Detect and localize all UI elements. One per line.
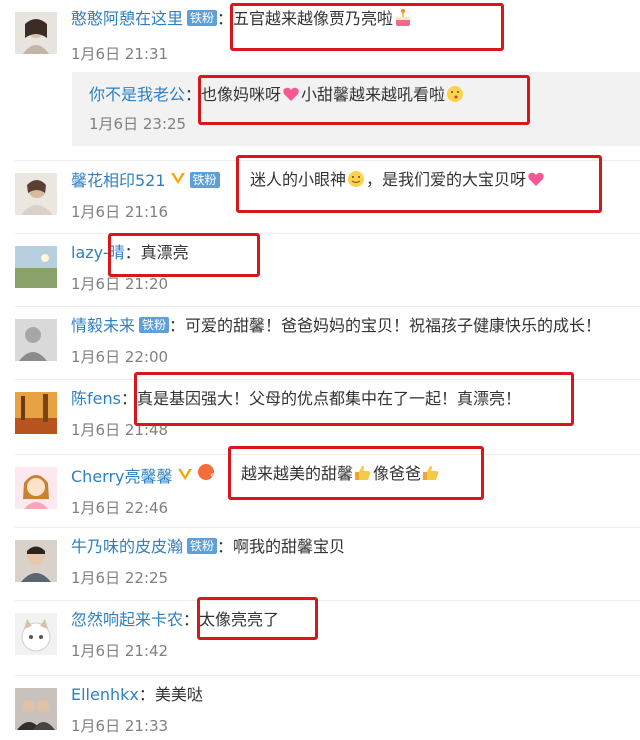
comment-username[interactable]: lazy-晴 bbox=[71, 243, 125, 262]
comment-item: Ellenhkx：美美哒 1月6日 21:33 bbox=[0, 676, 640, 740]
comment-time: 1月6日 21:42 bbox=[71, 642, 169, 660]
comment-text: 迷人的小眼神 bbox=[250, 170, 347, 189]
reply-text: 也像妈咪呀 bbox=[201, 85, 282, 104]
colon-separator: ： bbox=[120, 389, 137, 408]
thumbs-up-emoji-icon bbox=[353, 463, 373, 489]
reply-username[interactable]: 你不是我老公 bbox=[89, 85, 185, 104]
comment-text: 啊我的甜馨宝贝 bbox=[233, 537, 346, 556]
reply-text-continued: 小甜馨越来越吼看啦 bbox=[301, 85, 446, 104]
colon-separator: ： bbox=[169, 316, 186, 335]
colon-separator: ： bbox=[217, 9, 234, 28]
user-avatar[interactable] bbox=[15, 319, 57, 361]
comment-username[interactable]: 忽然响起来卡农 bbox=[71, 610, 183, 629]
verified-v-icon bbox=[170, 169, 186, 191]
colon-separator: ： bbox=[217, 537, 234, 556]
comment-text: 越来越美的甜馨 bbox=[241, 464, 354, 483]
comment-username[interactable]: Ellenhkx bbox=[71, 685, 139, 704]
comment-time: 1月6日 22:25 bbox=[71, 569, 169, 587]
user-avatar[interactable] bbox=[15, 246, 57, 288]
heart-emoji-icon bbox=[281, 84, 301, 110]
comment-time: 1月6日 21:33 bbox=[71, 717, 169, 735]
comment-username[interactable]: 陈fens bbox=[71, 389, 121, 408]
comment-username[interactable]: 牛乃味的皮皮瀚 bbox=[71, 537, 183, 556]
comment-item: lazy-晴：真漂亮 1月6日 21:20 bbox=[0, 234, 640, 306]
svg-text:5: 5 bbox=[210, 473, 216, 481]
comment-item: 陈fens：真是基因强大！父母的优点都集中在了一起！真漂亮！ 1月6日 21:4… bbox=[0, 380, 640, 454]
fan-badge: 铁粉 bbox=[187, 10, 218, 26]
colon-separator: ： bbox=[183, 610, 200, 629]
comment-time: 1月6日 21:20 bbox=[71, 275, 169, 293]
comment-item: 憨憨阿憩在这里 铁粉 ：五官越来越像贾乃亮啦 1月6日 21:31 你不是我老公：也… bbox=[0, 0, 640, 160]
comment-time: 1月6日 21:16 bbox=[71, 203, 169, 221]
smile-emoji-icon bbox=[346, 169, 366, 195]
comment-username[interactable]: 馨花相印521 bbox=[71, 171, 166, 190]
colon-separator: ： bbox=[124, 243, 141, 262]
comment-username[interactable]: 憨憨阿憩在这里 bbox=[71, 9, 183, 28]
comment-item: 牛乃味的皮皮瀚 铁粉 ：啊我的甜馨宝贝 1月6日 22:25 bbox=[0, 528, 640, 600]
cake-emoji-icon bbox=[393, 8, 413, 34]
user-avatar[interactable] bbox=[15, 613, 57, 655]
comment-time: 1月6日 22:00 bbox=[71, 348, 169, 366]
user-avatar[interactable] bbox=[15, 12, 57, 54]
reply-time: 1月6日 23:25 bbox=[89, 115, 187, 133]
comment-item: 忽然响起来卡农：太像亮亮了 1月6日 21:42 bbox=[0, 601, 640, 675]
heart-emoji-icon bbox=[526, 169, 546, 195]
comment-text: 真是基因强大！父母的优点都集中在了一起！真漂亮！ bbox=[136, 389, 521, 408]
user-avatar[interactable] bbox=[15, 688, 57, 730]
user-avatar[interactable] bbox=[15, 540, 57, 582]
thumbs-up-emoji-icon bbox=[421, 463, 441, 489]
comment-text: 美美哒 bbox=[154, 685, 203, 704]
comment-item: 馨花相印521 铁粉 1月6日 21:16 迷人的小眼神 ，是我们爱的大宝贝呀 bbox=[0, 161, 640, 233]
comment-username[interactable]: Cherry亮馨馨 bbox=[71, 467, 173, 486]
comment-item: 情毅未来 铁粉 ：可爱的甜馨！爸爸妈妈的宝贝！祝福孩子健康快乐的成长！ 1月6日 2… bbox=[0, 307, 640, 379]
fan-badge: 铁粉 bbox=[139, 317, 170, 333]
comment-text: 五官越来越像贾乃亮啦 bbox=[233, 9, 394, 28]
colon-separator: ： bbox=[138, 685, 155, 704]
reply-block: 你不是我老公：也像妈咪呀 小甜馨越来越吼看啦 1月6日 23:25 bbox=[72, 72, 640, 146]
comment-username[interactable]: 情毅未来 bbox=[71, 316, 135, 335]
comment-time: 1月6日 21:31 bbox=[71, 45, 169, 63]
comment-item: Cherry亮馨馨 5 1月6日 22:46 越来越美的甜馨 像爸爸 bbox=[0, 455, 640, 527]
kiss-face-emoji-icon bbox=[445, 84, 465, 110]
comment-text-continued: ，是我们爱的大宝贝呀 bbox=[366, 170, 527, 189]
colon-separator: ： bbox=[185, 85, 202, 104]
comment-text-continued: 像爸爸 bbox=[373, 464, 422, 483]
comment-text: 真漂亮 bbox=[140, 243, 189, 262]
comment-text: 太像亮亮了 bbox=[199, 610, 280, 629]
user-avatar[interactable] bbox=[15, 392, 57, 434]
user-avatar[interactable] bbox=[15, 467, 57, 509]
fan-badge: 铁粉 bbox=[189, 172, 220, 188]
fan-level-badge: 5 bbox=[197, 463, 217, 487]
fan-badge: 铁粉 bbox=[187, 538, 218, 554]
comment-time: 1月6日 21:48 bbox=[71, 421, 169, 439]
user-avatar[interactable] bbox=[15, 173, 57, 215]
comment-time: 1月6日 22:46 bbox=[71, 499, 169, 517]
verified-v-icon bbox=[177, 465, 193, 487]
comment-text: 可爱的甜馨！爸爸妈妈的宝贝！祝福孩子健康快乐的成长！ bbox=[185, 316, 602, 335]
